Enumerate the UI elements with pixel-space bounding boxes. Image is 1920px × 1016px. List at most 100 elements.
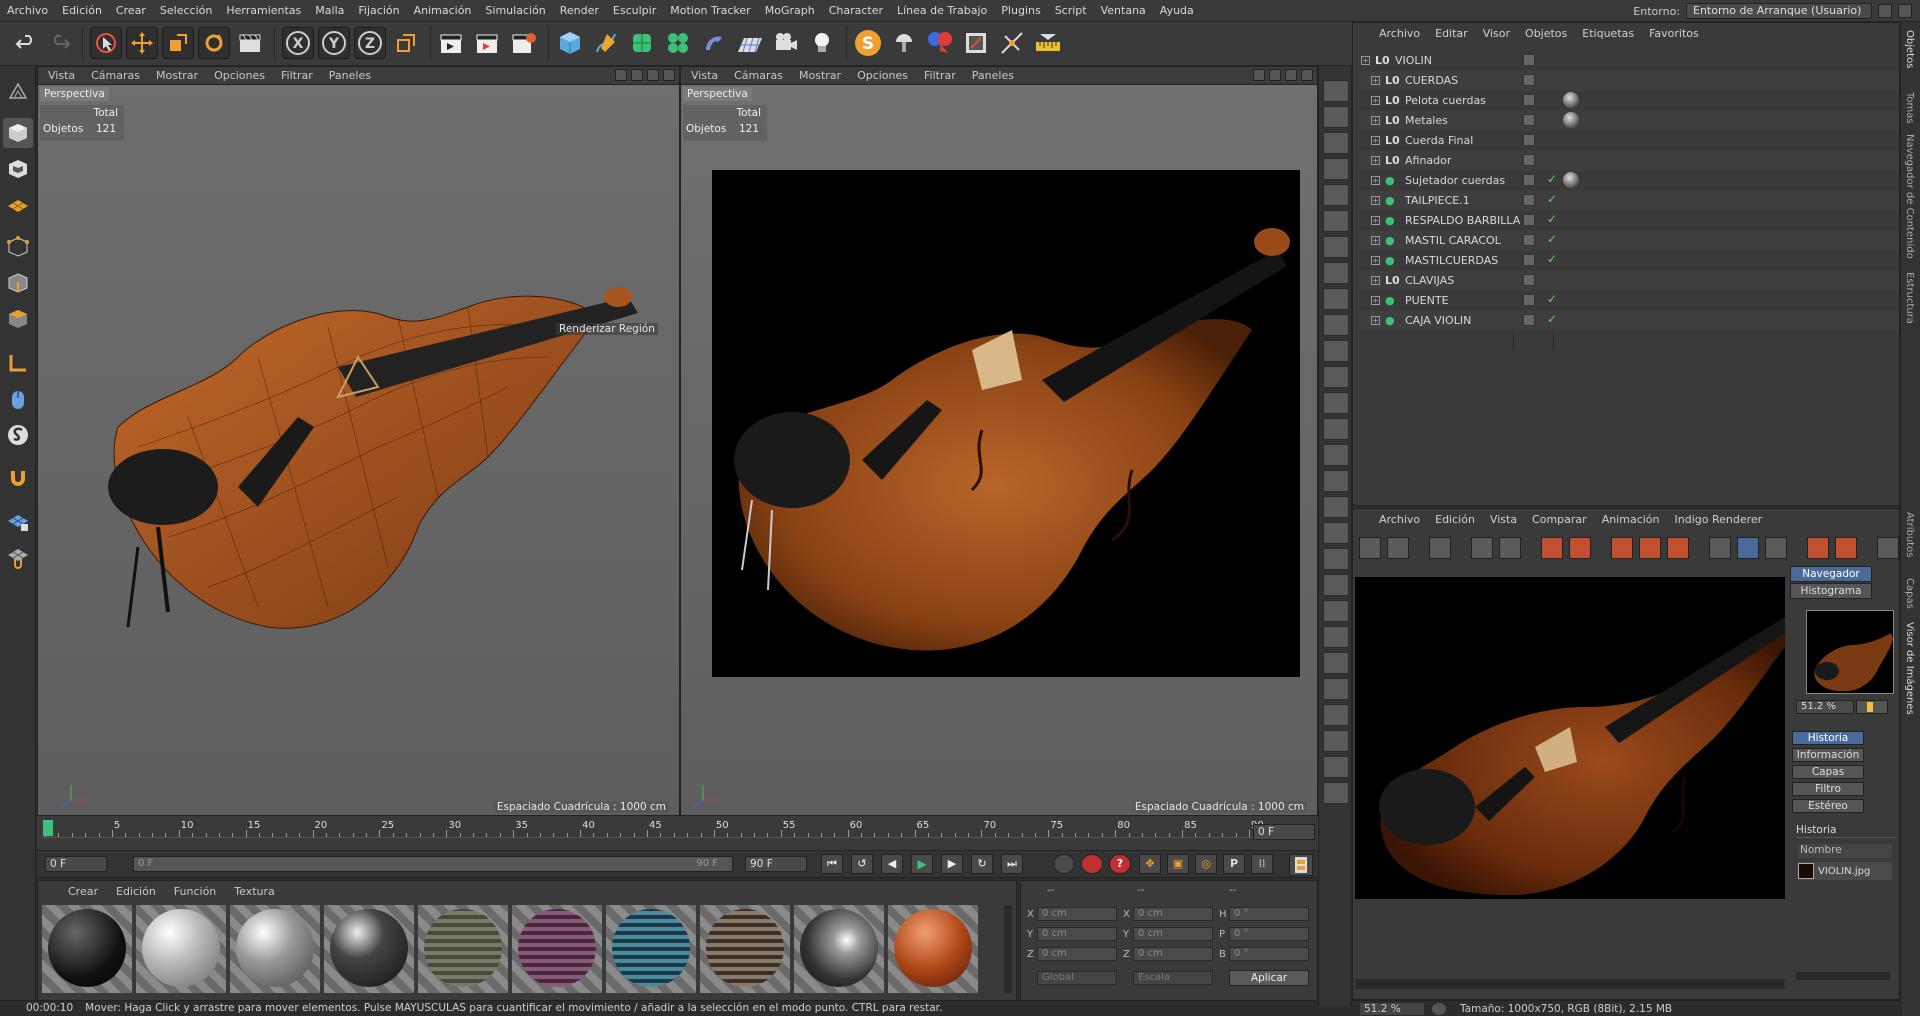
enabled-check-icon[interactable]: ✓ bbox=[1547, 252, 1557, 266]
start-frame-field[interactable]: 0 F bbox=[45, 856, 107, 872]
menu-plugins[interactable]: Plugins bbox=[994, 0, 1047, 22]
timeline-track[interactable]: 051015202530354045505560657075808590 bbox=[41, 820, 1265, 838]
om-menu-etiquetas[interactable]: Etiquetas bbox=[1582, 27, 1634, 40]
menu-ayuda[interactable]: Ayuda bbox=[1153, 0, 1201, 22]
vtab-atributos[interactable]: Atributos bbox=[1904, 512, 1915, 557]
object-name[interactable]: CLAVIJAS bbox=[1405, 274, 1454, 287]
coord-mode-dropdown[interactable]: Global bbox=[1037, 971, 1117, 985]
history-scrollbar[interactable] bbox=[1796, 972, 1890, 980]
motion-tracker-button[interactable] bbox=[996, 27, 1028, 59]
menu-archivo[interactable]: Archivo bbox=[0, 0, 55, 22]
object-row[interactable]: + ● PUENTE ✓ bbox=[1359, 291, 1899, 311]
copy-icon[interactable] bbox=[1541, 537, 1563, 559]
search-icon[interactable] bbox=[1878, 4, 1892, 18]
next-key-button[interactable]: ↻ bbox=[971, 854, 993, 874]
object-name[interactable]: Sujetador cuerdas bbox=[1405, 174, 1505, 187]
axis-mode-button[interactable] bbox=[3, 348, 33, 378]
material-thumbnail[interactable] bbox=[606, 905, 696, 993]
side-tool-button[interactable] bbox=[1323, 340, 1349, 362]
histogram-tab[interactable]: Histograma bbox=[1790, 583, 1872, 599]
refresh-icon[interactable] bbox=[1667, 537, 1689, 559]
rotation-p-field[interactable]: 0 ° bbox=[1229, 927, 1309, 941]
object-name[interactable]: VIOLIN bbox=[1395, 54, 1432, 67]
visibility-toggle-icon[interactable] bbox=[1523, 234, 1535, 246]
side-tool-button[interactable] bbox=[1323, 366, 1349, 388]
zoom-slider[interactable] bbox=[1856, 700, 1888, 714]
x-axis-button[interactable]: X bbox=[282, 27, 314, 59]
object-row[interactable]: + ● MASTIL CARACOL ✓ bbox=[1359, 231, 1899, 251]
size-mode-dropdown[interactable]: Escala bbox=[1133, 971, 1213, 985]
object-row[interactable]: + L0 Metales bbox=[1359, 111, 1899, 131]
object-row[interactable]: + L0 Pelota cuerdas bbox=[1359, 91, 1899, 111]
visibility-toggle-icon[interactable] bbox=[1523, 74, 1535, 86]
side-tab-filtro[interactable]: Filtro bbox=[1792, 782, 1864, 796]
side-tool-button[interactable] bbox=[1323, 574, 1349, 596]
side-tool-button[interactable] bbox=[1323, 418, 1349, 440]
y-axis-button[interactable]: Y bbox=[318, 27, 350, 59]
grid-snap-button[interactable] bbox=[3, 542, 33, 572]
enabled-check-icon[interactable]: ✓ bbox=[1547, 172, 1557, 186]
points-mode-button[interactable] bbox=[3, 232, 33, 262]
snap-button[interactable] bbox=[3, 420, 33, 450]
expand-toggle-icon[interactable]: + bbox=[1371, 296, 1380, 305]
record-active-objects-button[interactable] bbox=[1053, 854, 1075, 874]
render-region-icon[interactable] bbox=[1471, 537, 1493, 559]
side-tab-estereo[interactable]: Estéreo bbox=[1792, 799, 1864, 813]
rendered-image-preview[interactable] bbox=[1355, 577, 1785, 899]
object-row[interactable]: + ● TAILPIECE.1 ✓ bbox=[1359, 191, 1899, 211]
object-name[interactable]: MASTILCUERDAS bbox=[1405, 254, 1498, 267]
material-tag-icon[interactable] bbox=[1563, 112, 1579, 128]
menu-simulacion[interactable]: Simulación bbox=[478, 0, 552, 22]
light-button[interactable] bbox=[806, 27, 838, 59]
side-tool-button[interactable] bbox=[1323, 392, 1349, 414]
expand-toggle-icon[interactable]: + bbox=[1371, 96, 1380, 105]
render-picture-viewer-button[interactable] bbox=[472, 27, 504, 59]
floor-button[interactable] bbox=[734, 27, 766, 59]
paste-icon[interactable] bbox=[1569, 537, 1591, 559]
apply-button[interactable]: Aplicar bbox=[1229, 970, 1309, 986]
visibility-toggle-icon[interactable] bbox=[1523, 54, 1535, 66]
menu-character[interactable]: Character bbox=[822, 0, 890, 22]
menu-herramientas[interactable]: Herramientas bbox=[219, 0, 308, 22]
previous-key-button[interactable]: ↺ bbox=[851, 854, 873, 874]
material-thumbnail[interactable] bbox=[512, 905, 602, 993]
size-x-field[interactable]: 0 cm bbox=[1133, 907, 1213, 921]
paint-button[interactable] bbox=[888, 27, 920, 59]
object-name[interactable]: RESPALDO BARBILLA bbox=[1405, 214, 1520, 227]
timeline-window-button[interactable] bbox=[1289, 854, 1313, 876]
position-x-field[interactable]: 0 cm bbox=[1037, 907, 1117, 921]
go-to-start-button[interactable]: ⏮ bbox=[821, 854, 843, 874]
measure-button[interactable] bbox=[1032, 27, 1064, 59]
home-icon[interactable] bbox=[1898, 4, 1912, 18]
undo-button[interactable] bbox=[10, 27, 42, 59]
expand-toggle-icon[interactable]: + bbox=[1371, 116, 1380, 125]
visibility-toggle-icon[interactable] bbox=[1523, 194, 1535, 206]
visibility-toggle-icon[interactable] bbox=[1523, 274, 1535, 286]
pv-menu-edicion[interactable]: Edición bbox=[1435, 513, 1475, 526]
save-icon[interactable] bbox=[1387, 537, 1409, 559]
key-rotation-button[interactable]: ◎ bbox=[1195, 854, 1217, 874]
visibility-toggle-icon[interactable] bbox=[1523, 134, 1535, 146]
side-tab-informacion[interactable]: Información bbox=[1792, 748, 1864, 762]
vtab-capas[interactable]: Capas bbox=[1904, 578, 1915, 609]
play-button[interactable]: ▶ bbox=[911, 854, 933, 874]
render-view-button[interactable] bbox=[436, 27, 468, 59]
pv-menu-archivo[interactable]: Archivo bbox=[1379, 513, 1420, 526]
material-thumbnail[interactable] bbox=[324, 905, 414, 993]
side-tool-button[interactable] bbox=[1323, 314, 1349, 336]
polygons-mode-button[interactable] bbox=[3, 304, 33, 334]
mat-menu-textura[interactable]: Textura bbox=[234, 885, 274, 898]
side-tab-capas[interactable]: Capas bbox=[1792, 765, 1864, 779]
move-tool-button[interactable] bbox=[126, 27, 158, 59]
key-parameter-button[interactable]: P bbox=[1223, 854, 1245, 874]
timeline-ruler[interactable]: 051015202530354045505560657075808590 0 F bbox=[37, 816, 1318, 850]
key-position-button[interactable]: ✥ bbox=[1139, 854, 1161, 874]
object-name[interactable]: TAILPIECE.1 bbox=[1405, 194, 1470, 207]
menu-animacion[interactable]: Animación bbox=[407, 0, 479, 22]
side-tool-button[interactable] bbox=[1323, 496, 1349, 518]
current-frame-field[interactable]: 0 F bbox=[1253, 824, 1315, 840]
text-icon[interactable] bbox=[1765, 537, 1787, 559]
pv-menu-vista[interactable]: Vista bbox=[1490, 513, 1517, 526]
visibility-toggle-icon[interactable] bbox=[1523, 154, 1535, 166]
a-image-icon[interactable] bbox=[1807, 537, 1829, 559]
